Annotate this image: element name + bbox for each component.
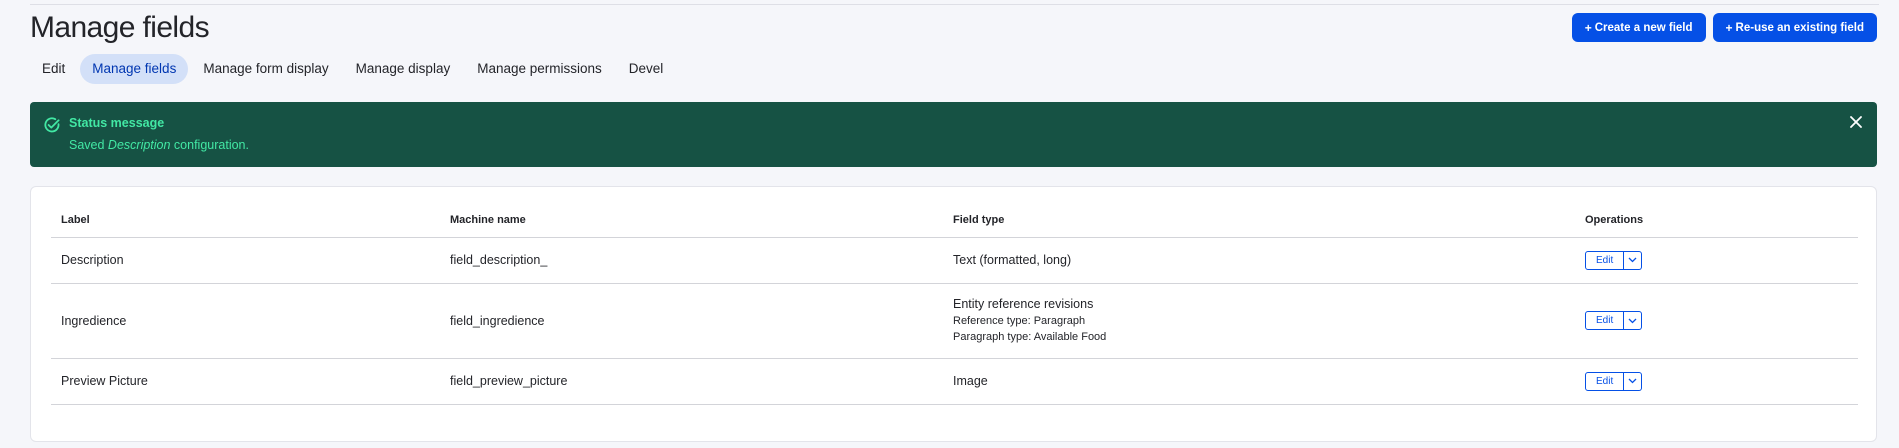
field-label: Ingredience — [51, 283, 440, 359]
header-field-type: Field type — [943, 203, 1575, 238]
header-operations: Operations — [1575, 203, 1858, 238]
status-suffix: configuration. — [170, 138, 249, 152]
field-type: Entity reference revisions Reference typ… — [943, 283, 1575, 359]
field-type-name: Entity reference revisions — [953, 297, 1094, 311]
tab-devel[interactable]: Devel — [617, 54, 676, 84]
create-new-field-button[interactable]: + Create a new field — [1571, 13, 1706, 42]
status-message: Status message Saved Description configu… — [30, 102, 1877, 167]
field-type: Text (formatted, long) — [943, 237, 1575, 284]
fields-card: Label Machine name Field type Operations… — [30, 186, 1877, 442]
status-heading: Status message — [69, 116, 165, 130]
edit-button[interactable]: Edit — [1585, 311, 1625, 330]
operations-toggle[interactable] — [1624, 311, 1643, 330]
operations-toggle[interactable] — [1624, 371, 1643, 391]
tab-manage-display[interactable]: Manage display — [344, 54, 463, 84]
field-label: Description — [51, 237, 440, 284]
field-operations: Edit — [1575, 237, 1858, 284]
status-text: Saved Description configuration. — [69, 138, 249, 152]
status-prefix: Saved — [69, 138, 108, 152]
field-operations: Edit — [1575, 358, 1858, 405]
table-row: Preview Picture field_preview_picture Im… — [51, 358, 1858, 405]
field-type: Image — [943, 358, 1575, 405]
top-divider — [30, 4, 1879, 5]
reuse-existing-field-button[interactable]: + Re-use an existing field — [1712, 13, 1877, 42]
paragraph-type: Paragraph type: Available Food — [953, 331, 1107, 343]
edit-button[interactable]: Edit — [1585, 371, 1625, 391]
chevron-down-icon — [1628, 257, 1637, 263]
primary-tabs: Edit Manage fields Manage form display M… — [30, 54, 678, 84]
field-operations: Edit — [1575, 283, 1858, 359]
header-label: Label — [51, 203, 440, 238]
operations-toggle[interactable] — [1624, 250, 1643, 270]
fields-table: Label Machine name Field type Operations… — [51, 203, 1858, 405]
field-machine-name: field_ingredience — [440, 283, 943, 359]
operations-dropbutton: Edit — [1585, 371, 1858, 391]
tab-edit[interactable]: Edit — [30, 54, 77, 84]
close-icon[interactable] — [1849, 115, 1863, 129]
operations-dropbutton: Edit — [1585, 250, 1858, 270]
chevron-down-icon — [1628, 378, 1637, 384]
tab-manage-form-display[interactable]: Manage form display — [191, 54, 340, 84]
field-machine-name: field_description_ — [440, 237, 943, 284]
plus-icon: + — [1584, 20, 1592, 35]
page: Manage fields + Create a new field + Re-… — [0, 0, 1899, 448]
field-label: Preview Picture — [51, 358, 440, 405]
page-title: Manage fields — [30, 11, 210, 44]
reference-type: Reference type: Paragraph — [953, 315, 1086, 327]
table-row: Ingredience field_ingredience Entity ref… — [51, 283, 1858, 359]
create-new-field-label: Create a new field — [1594, 21, 1693, 34]
field-machine-name: field_preview_picture — [440, 358, 943, 405]
operations-dropbutton: Edit — [1585, 311, 1858, 330]
header-actions: + Create a new field + Re-use an existin… — [1571, 13, 1877, 42]
tab-manage-permissions[interactable]: Manage permissions — [465, 54, 614, 84]
plus-icon: + — [1725, 20, 1733, 35]
tab-manage-fields[interactable]: Manage fields — [80, 54, 189, 84]
status-emphasis: Description — [107, 138, 171, 152]
header-machine-name: Machine name — [440, 203, 943, 238]
check-circle-icon — [44, 117, 60, 133]
table-row: Description field_description_ Text (for… — [51, 237, 1858, 284]
chevron-down-icon — [1628, 318, 1637, 323]
edit-button[interactable]: Edit — [1585, 250, 1625, 270]
table-header-row: Label Machine name Field type Operations — [51, 203, 1858, 238]
reuse-existing-field-label: Re-use an existing field — [1735, 21, 1864, 34]
